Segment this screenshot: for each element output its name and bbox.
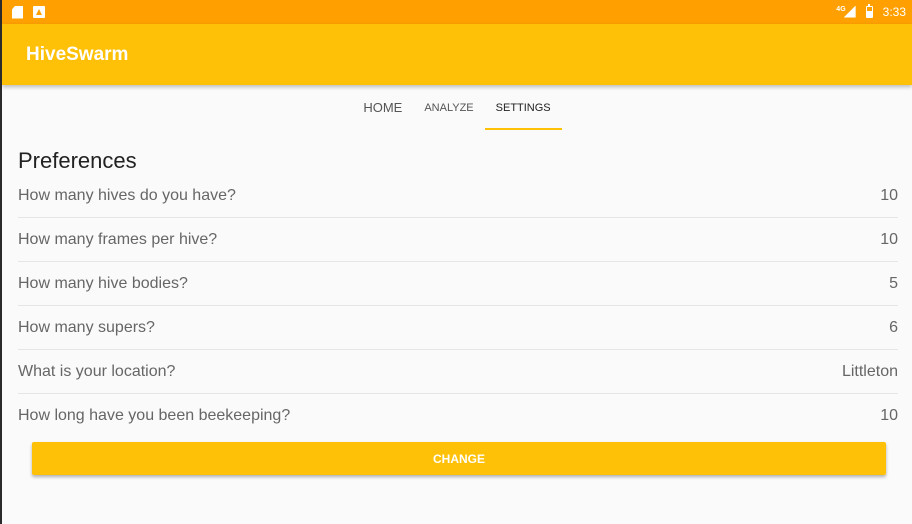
status-bar: 4G 3:33: [2, 0, 912, 24]
pref-row-hives: How many hives do you have? 10: [18, 174, 898, 218]
pref-value: 10: [880, 186, 898, 204]
preferences-section: Preferences How many hives do you have? …: [2, 148, 912, 438]
battery-icon: [865, 4, 873, 18]
pref-question: How many hive bodies?: [18, 274, 188, 292]
status-time: 3:33: [882, 5, 906, 19]
tab-home[interactable]: HOME: [352, 85, 413, 130]
pref-question: How many hives do you have?: [18, 186, 236, 204]
pref-value: Littleton: [841, 362, 898, 380]
pref-question: How many frames per hive?: [18, 230, 218, 248]
app-bar: HiveSwarm: [2, 24, 912, 85]
network-type: 4G: [836, 5, 846, 13]
pref-row-supers: How many supers? 6: [18, 306, 898, 350]
app-screen: 4G 3:33 HiveSwarm HOME ANALYZE SETTINGS …: [2, 0, 912, 524]
pref-value: 10: [880, 230, 898, 248]
change-button[interactable]: CHANGE: [32, 442, 886, 475]
tab-settings[interactable]: SETTINGS: [484, 85, 562, 130]
status-right: 4G 3:33: [836, 4, 906, 19]
sd-card-icon: [12, 5, 23, 19]
signal-indicator: 4G: [836, 5, 856, 19]
pref-row-location: What is your location? Littleton: [18, 350, 898, 394]
pref-question: How many supers?: [18, 318, 155, 336]
notification-icon: [33, 6, 45, 18]
pref-value: 10: [880, 407, 898, 424]
pref-question: How long have you been beekeeping?: [18, 407, 291, 424]
tab-analyze[interactable]: ANALYZE: [413, 85, 484, 130]
preferences-title: Preferences: [18, 148, 137, 173]
status-left: [12, 5, 45, 19]
pref-row-frames: How many frames per hive? 10: [18, 218, 898, 262]
pref-value: 6: [889, 318, 898, 336]
pref-row-hive-bodies: How many hive bodies? 5: [18, 262, 898, 306]
pref-value: 5: [889, 274, 898, 292]
tab-bar: HOME ANALYZE SETTINGS: [2, 85, 912, 130]
pref-question: What is your location?: [18, 362, 176, 380]
pref-row-experience: How long have you been beekeeping? 10: [18, 394, 898, 438]
app-title: HiveSwarm: [26, 43, 129, 65]
